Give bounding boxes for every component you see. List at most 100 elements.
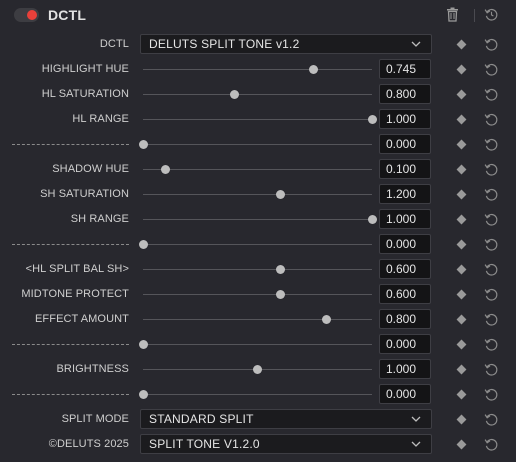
keyframe-diamond-icon[interactable] bbox=[456, 114, 467, 125]
slider-thumb[interactable] bbox=[138, 390, 148, 399]
select-row: DCTL DELUTS SPLIT TONE v1.2 bbox=[0, 32, 516, 57]
slider-track[interactable] bbox=[143, 294, 372, 295]
param-label: ©DELUTS 2025 bbox=[48, 438, 129, 450]
value-input[interactable]: 0.100 bbox=[379, 159, 431, 179]
reset-icon[interactable] bbox=[484, 337, 499, 352]
slider-track[interactable] bbox=[143, 244, 372, 245]
value-input[interactable]: 0.800 bbox=[379, 84, 431, 104]
slider-track[interactable] bbox=[143, 94, 372, 95]
slider-thumb[interactable] bbox=[275, 290, 285, 299]
param-label: SHADOW HUE bbox=[52, 163, 129, 175]
dctl-panel: DCTL DCTL DELUTS SPLIT TONE v1.2 HIGHLIGHT… bbox=[0, 0, 516, 462]
reset-icon[interactable] bbox=[484, 187, 499, 202]
reset-icon[interactable] bbox=[484, 362, 499, 377]
reset-icon[interactable] bbox=[484, 287, 499, 302]
slider-track[interactable] bbox=[143, 344, 372, 345]
reset-icon[interactable] bbox=[484, 112, 499, 127]
keyframe-diamond-icon[interactable] bbox=[456, 264, 467, 275]
reset-icon[interactable] bbox=[484, 162, 499, 177]
keyframe-diamond-icon[interactable] bbox=[456, 189, 467, 200]
value-input[interactable]: 1.000 bbox=[379, 109, 431, 129]
value-input[interactable]: 1.000 bbox=[379, 209, 431, 229]
trash-icon[interactable] bbox=[446, 7, 459, 22]
value-input[interactable]: 0.600 bbox=[379, 259, 431, 279]
slider-track[interactable] bbox=[143, 394, 372, 395]
panel-header: DCTL bbox=[0, 0, 516, 30]
slider-thumb[interactable] bbox=[367, 215, 377, 224]
slider-track[interactable] bbox=[143, 119, 372, 120]
slider-thumb[interactable] bbox=[321, 315, 331, 324]
value-input[interactable]: 0.000 bbox=[379, 334, 431, 354]
slider-track[interactable] bbox=[143, 194, 372, 195]
slider-thumb[interactable] bbox=[138, 240, 148, 249]
slider-thumb[interactable] bbox=[275, 190, 285, 199]
keyframe-diamond-icon[interactable] bbox=[456, 414, 467, 425]
slider-thumb[interactable] bbox=[138, 140, 148, 149]
slider-row: HIGHLIGHT HUE 0.745 bbox=[0, 57, 516, 82]
reset-icon[interactable] bbox=[484, 237, 499, 252]
reset-icon[interactable] bbox=[484, 262, 499, 277]
reset-all-icon[interactable] bbox=[484, 7, 499, 22]
value-input[interactable]: 0.600 bbox=[379, 284, 431, 304]
param-label: HL SATURATION bbox=[41, 88, 129, 100]
enable-toggle[interactable] bbox=[14, 8, 39, 22]
slider-track[interactable] bbox=[143, 69, 372, 70]
keyframe-diamond-icon[interactable] bbox=[456, 364, 467, 375]
slider-thumb[interactable] bbox=[253, 365, 262, 374]
keyframe-diamond-icon[interactable] bbox=[456, 314, 467, 325]
dropdown-select[interactable]: STANDARD SPLIT bbox=[140, 409, 432, 429]
dropdown-select[interactable]: SPLIT TONE V1.2.0 bbox=[140, 434, 432, 454]
keyframe-diamond-icon[interactable] bbox=[456, 214, 467, 225]
reset-icon[interactable] bbox=[484, 437, 499, 452]
toggle-knob bbox=[27, 10, 37, 20]
keyframe-diamond-icon[interactable] bbox=[456, 164, 467, 175]
keyframe-diamond-icon[interactable] bbox=[456, 289, 467, 300]
keyframe-diamond-icon[interactable] bbox=[456, 139, 467, 150]
keyframe-diamond-icon[interactable] bbox=[456, 389, 467, 400]
select-row: SPLIT MODE STANDARD SPLIT bbox=[0, 407, 516, 432]
value-input[interactable]: 0.000 bbox=[379, 234, 431, 254]
divider-line bbox=[12, 344, 129, 345]
slider-row: SH RANGE 1.000 bbox=[0, 207, 516, 232]
reset-icon[interactable] bbox=[484, 212, 499, 227]
reset-icon[interactable] bbox=[484, 37, 499, 52]
slider-thumb[interactable] bbox=[275, 265, 285, 274]
slider-row: HL SATURATION 0.800 bbox=[0, 82, 516, 107]
slider-thumb[interactable] bbox=[230, 90, 240, 99]
reset-icon[interactable] bbox=[484, 412, 499, 427]
param-label: MIDTONE PROTECT bbox=[21, 288, 129, 300]
keyframe-diamond-icon[interactable] bbox=[456, 339, 467, 350]
slider-row: SH SATURATION 1.200 bbox=[0, 182, 516, 207]
slider-track[interactable] bbox=[143, 144, 372, 145]
divider-line bbox=[12, 394, 129, 395]
value-input[interactable]: 0.000 bbox=[379, 134, 431, 154]
reset-icon[interactable] bbox=[484, 87, 499, 102]
keyframe-diamond-icon[interactable] bbox=[456, 89, 467, 100]
value-input[interactable]: 0.000 bbox=[379, 384, 431, 404]
keyframe-diamond-icon[interactable] bbox=[456, 39, 467, 50]
value-input[interactable]: 0.745 bbox=[379, 59, 431, 79]
reset-icon[interactable] bbox=[484, 387, 499, 402]
slider-thumb[interactable] bbox=[367, 115, 377, 124]
slider-thumb[interactable] bbox=[309, 65, 319, 74]
slider-thumb[interactable] bbox=[161, 165, 171, 174]
value-input[interactable]: 1.200 bbox=[379, 184, 431, 204]
chevron-down-icon bbox=[411, 41, 421, 47]
value-input[interactable]: 1.000 bbox=[379, 359, 431, 379]
reset-icon[interactable] bbox=[484, 137, 499, 152]
dropdown-value: SPLIT TONE V1.2.0 bbox=[149, 437, 260, 451]
dropdown-select[interactable]: DELUTS SPLIT TONE v1.2 bbox=[140, 34, 432, 54]
slider-thumb[interactable] bbox=[138, 340, 148, 349]
slider-track[interactable] bbox=[143, 319, 372, 320]
value-input[interactable]: 0.800 bbox=[379, 309, 431, 329]
slider-track[interactable] bbox=[143, 269, 372, 270]
slider-track[interactable] bbox=[143, 169, 372, 170]
keyframe-diamond-icon[interactable] bbox=[456, 64, 467, 75]
param-label: BRIGHTNESS bbox=[56, 363, 129, 375]
reset-icon[interactable] bbox=[484, 62, 499, 77]
slider-row: BRIGHTNESS 1.000 bbox=[0, 357, 516, 382]
slider-track[interactable] bbox=[143, 219, 372, 220]
keyframe-diamond-icon[interactable] bbox=[456, 439, 467, 450]
reset-icon[interactable] bbox=[484, 312, 499, 327]
keyframe-diamond-icon[interactable] bbox=[456, 239, 467, 250]
